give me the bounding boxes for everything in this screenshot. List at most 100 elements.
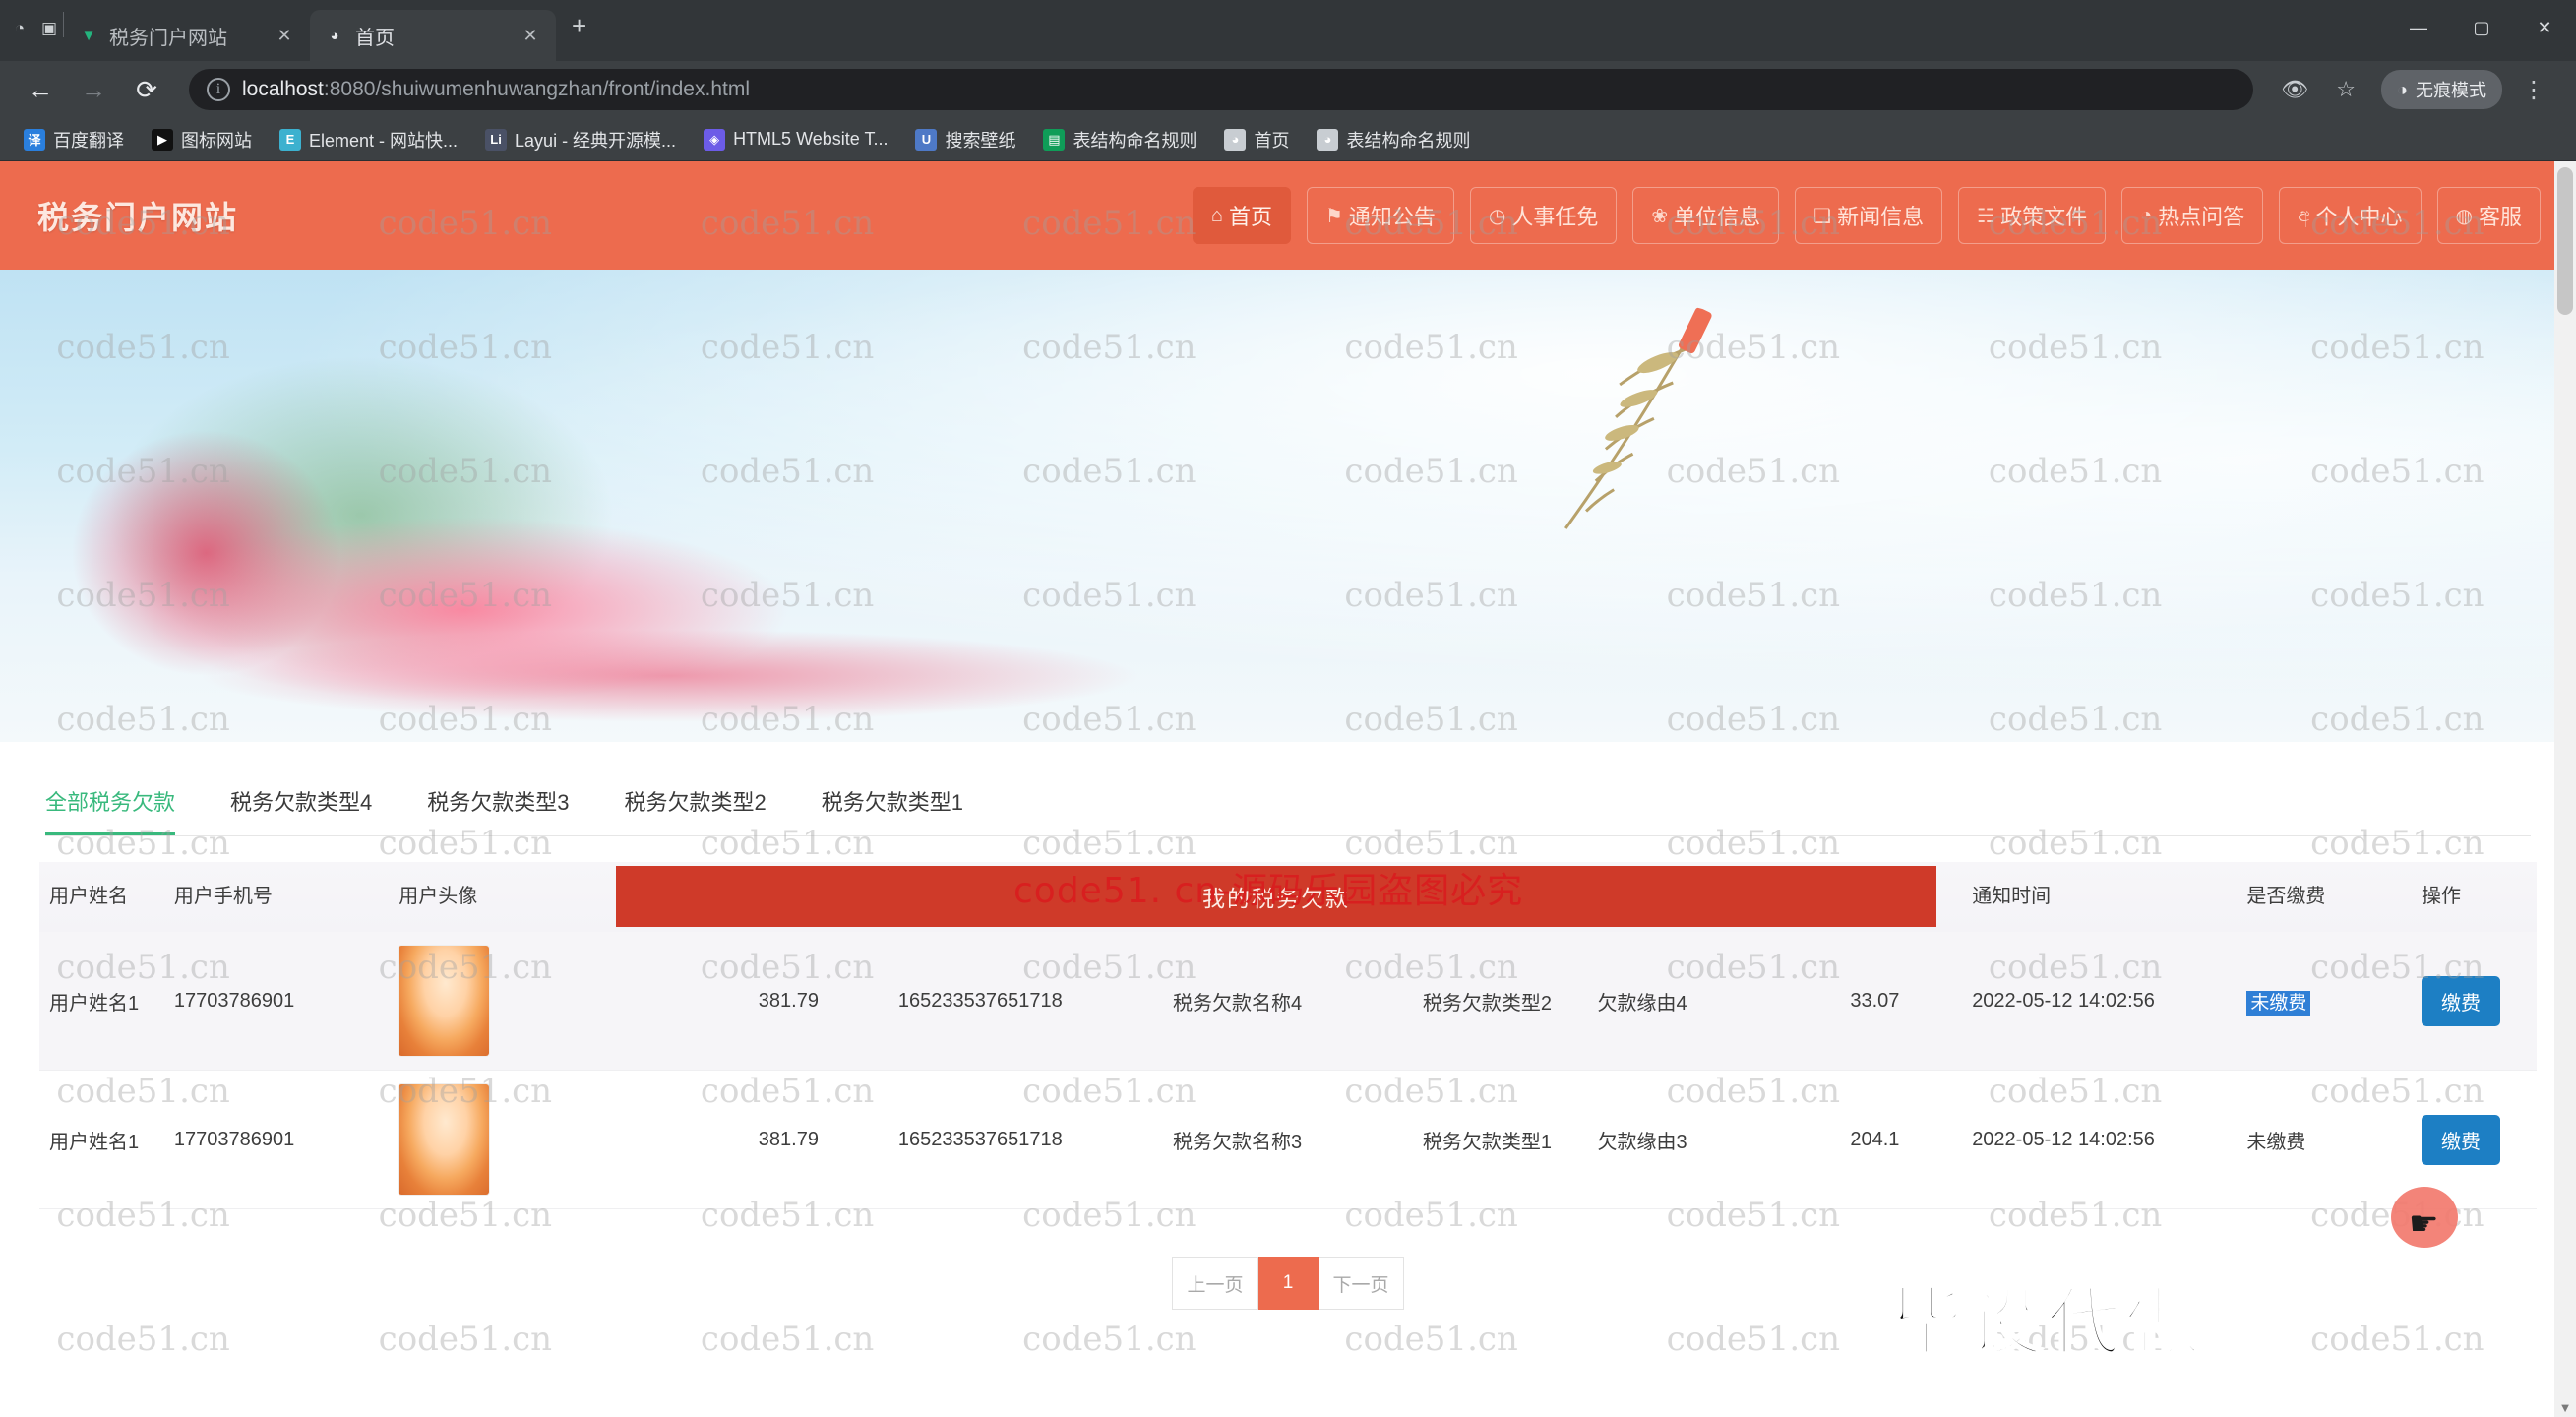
address-path: :8080/shuiwumenhuwangzhan/front/index.ht… <box>324 78 750 100</box>
watermark-text: code51.cn <box>379 1320 552 1359</box>
bookmark-item[interactable]: EElement - 网站快... <box>268 123 469 156</box>
home-icon: ⌂ <box>1211 205 1223 227</box>
nav-item-2[interactable]: ⚑通知公告 <box>1307 187 1454 244</box>
cell-avatar <box>389 1071 689 1209</box>
avatar[interactable] <box>399 946 489 1056</box>
incognito-badge[interactable]: ◑ 无痕模式 <box>2381 70 2502 109</box>
browser-tab-2-title: 首页 <box>355 22 509 50</box>
hand-cursor-icon: ☛ <box>2409 1204 2438 1244</box>
nav-item-label: 客服 <box>2479 200 2522 231</box>
bookmark-favicon-icon: ◈ <box>704 129 725 151</box>
bookmark-item[interactable]: ▤表结构命名规则 <box>1031 123 1208 156</box>
bookmark-favicon-icon: ◕ <box>1224 129 1246 151</box>
nav-item-1[interactable]: ⌂首页 <box>1193 187 1291 244</box>
bookmark-item[interactable]: 译百度翻译 <box>12 123 136 156</box>
cell-paid-status: 未缴费 <box>2237 932 2412 1071</box>
bookmark-label: 首页 <box>1254 127 1289 153</box>
bookmark-label: 表结构命名规则 <box>1346 127 1470 153</box>
browser-tab-2[interactable]: ◕ 首页 ✕ <box>310 10 556 61</box>
pagination-page-1[interactable]: 1 <box>1258 1257 1319 1310</box>
bookmark-item[interactable]: ▶图标网站 <box>140 123 264 156</box>
address-bar[interactable]: i localhost:8080/shuiwumenhuwangzhan/fro… <box>189 69 2253 110</box>
cell-reason: 欠款缘由3 <box>1588 1071 1788 1209</box>
minimize-button[interactable]: — <box>2387 18 2450 38</box>
category-tab-3[interactable]: 税务欠款类型3 <box>427 785 569 832</box>
cell-amount: 33.07 <box>1788 932 1963 1071</box>
pay-button[interactable]: 缴费 <box>2422 976 2500 1026</box>
nav-item-label: 单位信息 <box>1674 200 1760 231</box>
news-icon: ❏ <box>1813 204 1831 228</box>
tab-list-icon[interactable]: ▣ <box>35 15 63 42</box>
nav-item-3[interactable]: ◷人事任免 <box>1470 187 1617 244</box>
table-row[interactable]: 用户姓名117703786901381.79165233537651718税务欠… <box>39 932 2537 1071</box>
cell-arrears-name: 税务欠款名称4 <box>1163 932 1413 1071</box>
table-column-header: 通知时间 <box>1962 862 2237 932</box>
star-icon[interactable]: ☆ <box>2324 77 2367 102</box>
nav-item-4[interactable]: ❀单位信息 <box>1632 187 1779 244</box>
new-tab-button[interactable]: + <box>556 11 602 51</box>
category-tab-5[interactable]: 税务欠款类型1 <box>822 785 963 832</box>
browser-menu-icon[interactable]: ⋮ <box>2510 76 2558 104</box>
close-icon[interactable]: ✕ <box>273 26 296 46</box>
nav-item-label: 个人中心 <box>2316 200 2403 231</box>
bookmark-favicon-icon: E <box>279 129 301 151</box>
bookmark-label: 百度翻译 <box>53 127 124 153</box>
cell-arrears-name: 税务欠款名称3 <box>1163 1071 1413 1209</box>
nav-item-6[interactable]: ☵政策文件 <box>1958 187 2106 244</box>
site-header: 税务门户网站 ⌂首页⚑通知公告◷人事任免❀单位信息❏新闻信息☵政策文件◔热点问答… <box>0 161 2576 270</box>
table-row[interactable]: 用户姓名117703786901381.79165233537651718税务欠… <box>39 1071 2537 1209</box>
close-icon[interactable]: ✕ <box>519 26 542 46</box>
scroll-down-arrow[interactable]: ▼ <box>2554 1400 2576 1415</box>
bookmark-favicon-icon: U <box>915 129 937 151</box>
bookmark-favicon-icon: ▤ <box>1043 129 1065 151</box>
back-icon[interactable]: ← <box>18 67 63 112</box>
address-bar-url: localhost:8080/shuiwumenhuwangzhan/front… <box>242 78 750 101</box>
flag-icon: ⚑ <box>1325 204 1343 228</box>
nav-item-8[interactable]: අ个人中心 <box>2279 187 2421 244</box>
bookmark-label: 搜索壁纸 <box>945 127 1015 153</box>
site-navigation: ⌂首页 ⚑通知公告 ◷人事任免 ❀单位信息 ❏新闻信息 ☵政策文件 ◔热点问答 අ个人中心 ◍客… <box>1193 187 2576 244</box>
bookmark-item[interactable]: ◕ 首页 <box>1212 123 1301 156</box>
status-badge: 未缴费 <box>2246 991 2310 1016</box>
category-tab-2[interactable]: 税务欠款类型4 <box>230 785 372 832</box>
page-viewport: 税务门户网站 ⌂首页⚑通知公告◷人事任免❀单位信息❏新闻信息☵政策文件◔热点问答… <box>0 161 2576 1417</box>
tab-search-icon[interactable]: ◔ <box>6 15 33 42</box>
document-icon: ☵ <box>1977 204 1994 228</box>
bookmark-item[interactable]: LiLayui - 经典开源模... <box>473 123 688 156</box>
avatar[interactable] <box>399 1084 489 1195</box>
pay-button[interactable]: 缴费 <box>2422 1115 2500 1165</box>
pagination-next[interactable]: 下一页 <box>1319 1257 1404 1310</box>
maximize-button[interactable]: ▢ <box>2450 18 2513 38</box>
cell-phone: 17703786901 <box>164 1071 389 1209</box>
cell-notify-time: 2022-05-12 14:02:56 <box>1962 1071 2237 1209</box>
forward-icon[interactable]: → <box>71 67 116 112</box>
category-tab-4[interactable]: 税务欠款类型2 <box>625 785 767 832</box>
nav-item-9[interactable]: ◍客服 <box>2437 187 2541 244</box>
watermark-text: code51.cn <box>56 1320 229 1359</box>
bookmark-item[interactable]: ◈ HTML5 Website T... <box>692 125 899 154</box>
bookmark-label: HTML5 Website T... <box>733 129 888 150</box>
bookmark-label: Layui - 经典开源模... <box>515 127 676 153</box>
site-info-icon[interactable]: i <box>207 78 230 101</box>
reload-icon[interactable]: ⟳ <box>124 67 169 112</box>
bookmark-item[interactable]: ◕表结构命名规则 <box>1305 123 1482 156</box>
close-window-button[interactable]: ✕ <box>2513 18 2576 38</box>
scrollbar-thumb[interactable] <box>2557 167 2573 315</box>
watermark-text: code51.cn <box>1344 1320 1517 1359</box>
eye-slash-icon[interactable]: 👁 <box>2273 77 2316 102</box>
nav-item-label: 政策文件 <box>2000 200 2087 231</box>
table-column-header: 是否缴费 <box>2237 862 2412 932</box>
nav-item-5[interactable]: ❏新闻信息 <box>1795 187 1942 244</box>
bookmark-item[interactable]: U 搜索壁纸 <box>903 123 1027 156</box>
browser-toolbar: ← → ⟳ i localhost:8080/shuiwumenhuwangzh… <box>0 61 2576 118</box>
incognito-icon: ◑ <box>2397 80 2408 100</box>
pagination-prev[interactable]: 上一页 <box>1172 1257 1257 1310</box>
category-tab-1[interactable]: 全部税务欠款 <box>45 785 175 835</box>
bookmark-label: 图标网站 <box>181 127 252 153</box>
cell-arrears-type: 税务欠款类型1 <box>1413 1071 1588 1209</box>
nav-item-7[interactable]: ◔热点问答 <box>2121 187 2263 244</box>
browser-tab-1[interactable]: ▼ 税务门户网站 ✕ <box>64 10 310 61</box>
headset-icon: ◍ <box>2456 204 2473 228</box>
page-scrollbar[interactable]: ▲ ▼ <box>2554 161 2576 1417</box>
bookmarks-bar: 译百度翻译▶图标网站EElement - 网站快...LiLayui - 经典开… <box>0 118 2576 161</box>
